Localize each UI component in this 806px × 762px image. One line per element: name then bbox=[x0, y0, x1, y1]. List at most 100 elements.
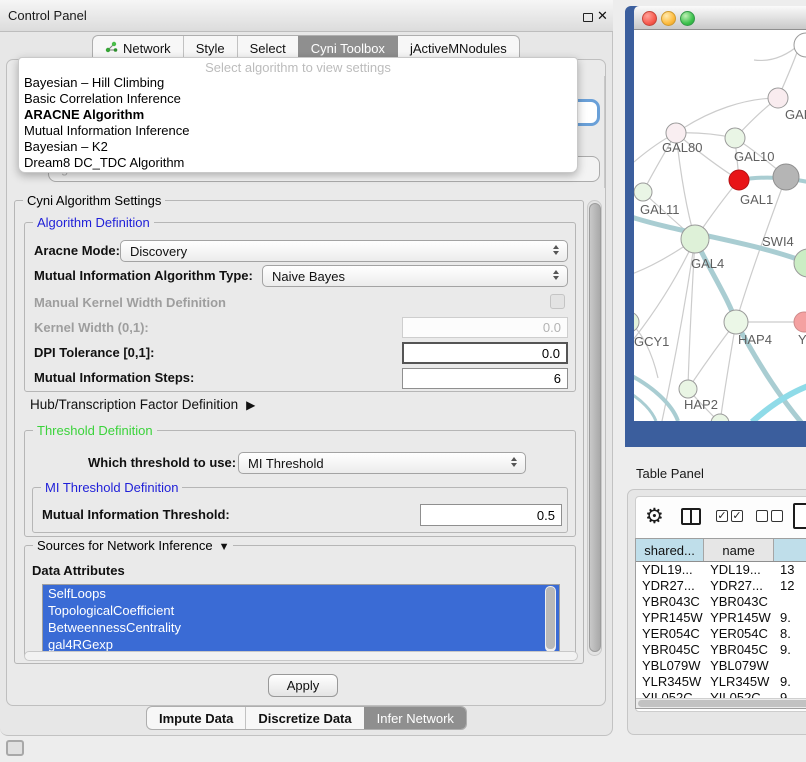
algorithm-option[interactable]: Mutual Information Inference bbox=[19, 123, 577, 139]
network-node-SWI4[interactable] bbox=[794, 249, 806, 277]
table-row[interactable]: YER054CYER054C8. bbox=[636, 626, 806, 642]
network-node-GCY1[interactable] bbox=[634, 312, 639, 332]
tab-impute-data[interactable]: Impute Data bbox=[147, 707, 245, 729]
table-cell[interactable]: YPR145W bbox=[636, 610, 704, 626]
network-node-GAL1[interactable] bbox=[729, 170, 749, 190]
mi-algorithm-type-combo[interactable]: Naive Bayes bbox=[262, 265, 568, 287]
table-cell[interactable]: YBR045C bbox=[704, 642, 774, 658]
algorithm-option[interactable]: Basic Correlation Inference bbox=[19, 91, 577, 107]
table-row[interactable]: YPR145WYPR145W9. bbox=[636, 610, 806, 626]
table-cell[interactable]: 8. bbox=[774, 626, 806, 642]
attribute-item[interactable]: BetweennessCentrality bbox=[43, 619, 559, 636]
mi-steps-field[interactable] bbox=[402, 368, 568, 389]
table-cell[interactable]: YER054C bbox=[704, 626, 774, 642]
dpi-tolerance-field[interactable] bbox=[402, 342, 568, 364]
table-cell[interactable]: 9. bbox=[774, 674, 806, 690]
network-node-GAL11[interactable] bbox=[634, 183, 652, 201]
table-cell[interactable]: YDL19... bbox=[704, 562, 774, 578]
attributes-scrollbar-thumb[interactable] bbox=[546, 587, 555, 649]
network-node-HAP2[interactable] bbox=[679, 380, 697, 398]
columns-icon[interactable] bbox=[681, 508, 701, 525]
table-row[interactable]: YLR345WYLR345W9. bbox=[636, 674, 806, 690]
aracne-mode-combo[interactable]: Discovery bbox=[120, 240, 568, 262]
network-node-HAP4[interactable] bbox=[724, 310, 748, 334]
table-cell[interactable]: YDL19... bbox=[636, 562, 704, 578]
settings-vscrollbar-thumb[interactable] bbox=[589, 203, 601, 652]
sources-title[interactable]: Sources for Network Inference▼ bbox=[33, 538, 233, 553]
table-row[interactable]: YDR27...YDR27...12 bbox=[636, 578, 806, 594]
table-hscrollbar-thumb[interactable] bbox=[638, 700, 806, 707]
tab-discretize-data[interactable]: Discretize Data bbox=[245, 707, 363, 729]
minimize-traffic-light-icon[interactable] bbox=[661, 11, 676, 26]
table-cell[interactable]: 12 bbox=[774, 578, 806, 594]
table-cell[interactable]: YBR045C bbox=[636, 642, 704, 658]
table-cell[interactable]: 13 bbox=[774, 562, 806, 578]
apply-button[interactable]: Apply bbox=[268, 674, 338, 697]
column-header[interactable] bbox=[774, 539, 806, 561]
table-cell[interactable]: YBR043C bbox=[636, 594, 704, 610]
close-icon[interactable]: ✕ bbox=[597, 8, 608, 24]
network-window-titlebar[interactable] bbox=[634, 6, 806, 30]
table-cell[interactable] bbox=[774, 594, 806, 610]
network-edge bbox=[754, 44, 800, 60]
function-builder-icon[interactable] bbox=[793, 503, 806, 529]
table-row[interactable]: YDL19...YDL19...13 bbox=[636, 562, 806, 578]
table-cell[interactable] bbox=[774, 658, 806, 674]
hub-section-toggle[interactable]: Hub/Transcription Factor Definition▶ bbox=[30, 397, 255, 412]
table-cell[interactable]: YLR345W bbox=[704, 674, 774, 690]
restore-panel-icon[interactable] bbox=[6, 740, 24, 756]
threshold-definition-title: Threshold Definition bbox=[33, 423, 157, 438]
table-row[interactable]: YBR045CYBR045C9. bbox=[636, 642, 806, 658]
deselect-box-icon[interactable] bbox=[756, 510, 768, 522]
algorithm-option[interactable]: Dream8 DC_TDC Algorithm bbox=[19, 155, 577, 171]
network-node-node-bottom-partial[interactable] bbox=[711, 414, 729, 421]
gear-icon[interactable]: ⚙ bbox=[645, 504, 664, 529]
table-cell[interactable]: YDR27... bbox=[636, 578, 704, 594]
column-header[interactable]: name bbox=[704, 539, 774, 561]
mi-steps-label: Mutual Information Steps: bbox=[34, 370, 194, 385]
table-cell[interactable]: YER054C bbox=[636, 626, 704, 642]
kernel-width-field[interactable] bbox=[402, 317, 568, 338]
network-node-GAL4[interactable] bbox=[681, 225, 709, 253]
manual-kernel-checkbox[interactable] bbox=[550, 294, 565, 309]
network-node-node-salmon[interactable] bbox=[794, 312, 806, 332]
network-canvas[interactable]: GALGAL80GAL10GAL1GAL11SWI4GAL4GCY1HAP4YH… bbox=[634, 30, 806, 421]
column-header[interactable]: shared... bbox=[636, 539, 704, 561]
table-cell[interactable]: YIL052C bbox=[636, 690, 704, 698]
close-traffic-light-icon[interactable] bbox=[642, 11, 657, 26]
select-all-check-icon[interactable]: ✓ bbox=[731, 510, 743, 522]
algorithm-option[interactable]: ARACNE Algorithm bbox=[19, 107, 577, 123]
mi-threshold-field[interactable] bbox=[420, 504, 562, 526]
tab-infer-network[interactable]: Infer Network bbox=[364, 707, 466, 729]
algorithm-option[interactable]: Bayesian – Hill Climbing bbox=[19, 75, 577, 91]
table-cell[interactable]: YBR043C bbox=[704, 594, 774, 610]
network-node-node-pink[interactable] bbox=[768, 88, 788, 108]
attribute-item[interactable]: SelfLoops bbox=[43, 585, 559, 602]
which-threshold-combo[interactable]: MI Threshold bbox=[238, 452, 526, 474]
network-node-GAL10[interactable] bbox=[725, 128, 745, 148]
select-all-check-icon[interactable]: ✓ bbox=[716, 510, 728, 522]
zoom-traffic-light-icon[interactable] bbox=[680, 11, 695, 26]
table-cell[interactable]: YIL052C bbox=[704, 690, 774, 698]
algorithm-option[interactable]: Bayesian – K2 bbox=[19, 139, 577, 155]
table-cell[interactable]: 9. bbox=[774, 642, 806, 658]
table-cell[interactable]: YBL079W bbox=[704, 658, 774, 674]
attribute-item[interactable]: TopologicalCoefficient bbox=[43, 602, 559, 619]
deselect-box-icon[interactable] bbox=[771, 510, 783, 522]
table-row[interactable]: YIL052CYIL052C9 bbox=[636, 690, 806, 698]
aracne-mode-label: Aracne Mode: bbox=[34, 243, 120, 258]
table-row[interactable]: YBL079WYBL079W bbox=[636, 658, 806, 674]
float-window-icon[interactable] bbox=[583, 13, 593, 22]
table-cell[interactable]: YPR145W bbox=[704, 610, 774, 626]
table-cell[interactable]: 9 bbox=[774, 690, 806, 698]
table-row[interactable]: YBR043CYBR043C bbox=[636, 594, 806, 610]
collapsed-arrow-icon: ▶ bbox=[246, 398, 255, 412]
table-cell[interactable]: YLR345W bbox=[636, 674, 704, 690]
settings-hscrollbar[interactable] bbox=[24, 651, 578, 661]
table-cell[interactable]: YDR27... bbox=[704, 578, 774, 594]
table-cell[interactable]: 9. bbox=[774, 610, 806, 626]
table-cell[interactable]: YBL079W bbox=[636, 658, 704, 674]
table-hscrollbar[interactable] bbox=[636, 698, 806, 709]
network-node-node-top-partial[interactable] bbox=[794, 33, 806, 57]
network-node-node-gray[interactable] bbox=[773, 164, 799, 190]
